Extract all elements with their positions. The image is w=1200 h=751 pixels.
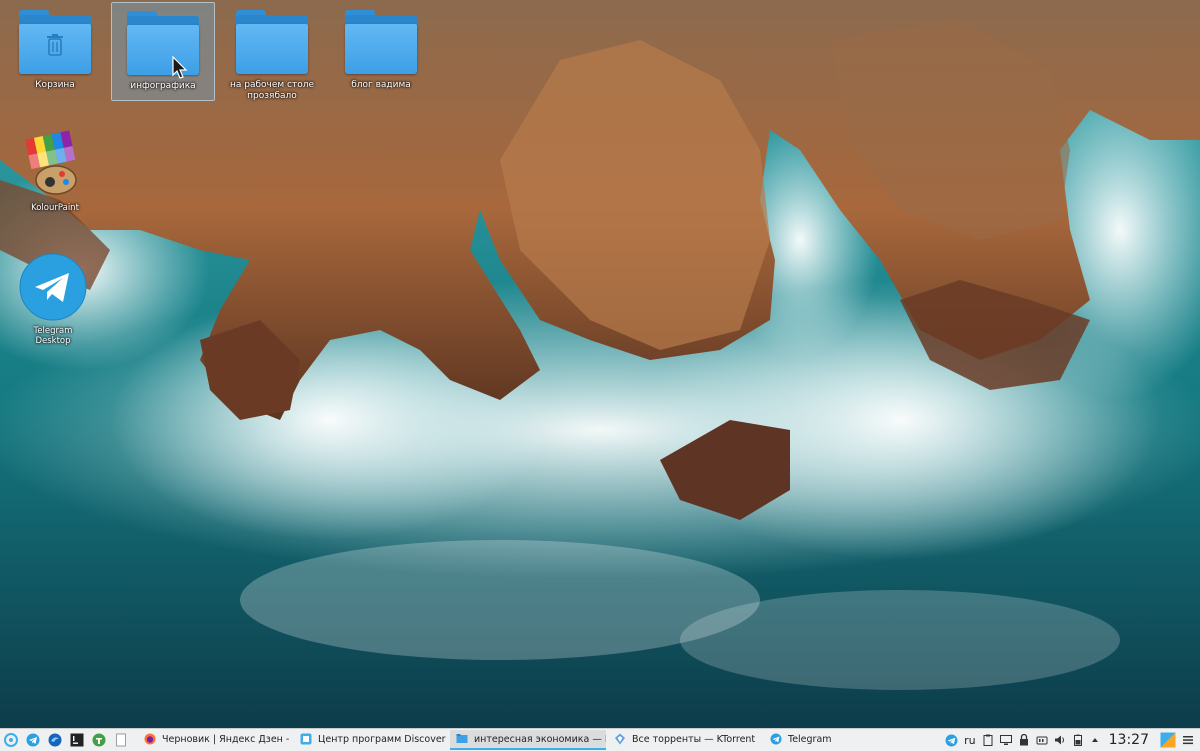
task-discover[interactable]: Центр программ Discover <box>294 730 448 750</box>
folder-icon <box>236 10 308 74</box>
folder-icon <box>127 11 199 79</box>
quicklaunch-app[interactable] <box>90 731 108 749</box>
telegram-tray-icon[interactable] <box>945 734 958 747</box>
quicklaunch-browser[interactable] <box>46 731 64 749</box>
telegram-icon <box>19 253 87 321</box>
kolourpaint-icon <box>25 130 77 195</box>
task-dolphin[interactable]: интересная экономика — Dolph... <box>450 730 606 750</box>
desktop-item-telegram[interactable]: Telegram Desktop <box>18 253 88 346</box>
desktop-item-label: Telegram Desktop <box>33 326 73 346</box>
telegram-icon <box>770 733 782 745</box>
task-label: Центр программ Discover <box>318 733 446 745</box>
desktop-item-label: KolourPaint <box>31 203 79 213</box>
mouse-cursor-icon <box>172 56 188 79</box>
task-firefox[interactable]: Черновик | Яндекс Дзен - Mozill... <box>138 730 292 750</box>
browser-icon <box>48 733 62 747</box>
desktop-item-kolourpaint[interactable]: KolourPaint <box>20 130 90 213</box>
keyboard-layout-indicator[interactable]: ru <box>964 734 976 747</box>
folder-icon <box>345 10 417 74</box>
clock[interactable]: 13:27 <box>1109 732 1149 748</box>
show-desktop-icon[interactable] <box>1160 732 1176 748</box>
quicklaunch-ide[interactable] <box>68 731 86 749</box>
task-label: интересная экономика — Dolph... <box>474 733 606 745</box>
task-label: Telegram <box>788 733 832 745</box>
task-label: Все торренты — KTorrent <box>632 733 756 745</box>
quicklaunch-telegram[interactable] <box>24 731 42 749</box>
panel-menu-icon[interactable] <box>1182 734 1194 746</box>
desktop-item-folder-desktop[interactable]: на рабочем столе прозябало <box>222 2 322 112</box>
quicklaunch-files[interactable] <box>112 731 130 749</box>
desktop-item-infographics[interactable]: инфографика <box>111 2 215 101</box>
desktop-item-label: Корзина <box>35 80 75 90</box>
telegram-icon <box>26 733 40 747</box>
taskbar: Черновик | Яндекс Дзен - Mozill... Центр… <box>0 728 1200 751</box>
desktop-item-trash[interactable]: Корзина <box>5 2 105 102</box>
clipboard-icon[interactable] <box>982 734 994 746</box>
dolphin-icon <box>456 733 468 745</box>
trash-icon <box>19 10 91 74</box>
display-icon[interactable] <box>999 734 1012 746</box>
app-icon <box>92 733 106 747</box>
desktop-item-label: блог вадима <box>351 80 411 90</box>
desktop-item-label: инфографика <box>130 81 196 91</box>
desktop-item-folder-blog[interactable]: блог вадима <box>331 2 431 102</box>
tray-expand-icon[interactable] <box>1090 735 1100 745</box>
volume-icon[interactable] <box>1054 734 1066 746</box>
task-ktorrent[interactable]: Все торренты — KTorrent <box>608 730 762 750</box>
desktop-item-label: на рабочем столе прозябало <box>229 80 315 101</box>
discover-icon <box>300 733 312 745</box>
document-icon <box>116 733 126 747</box>
task-telegram[interactable]: Telegram <box>764 730 918 750</box>
task-label: Черновик | Яндекс Дзен - Mozill... <box>162 733 292 745</box>
battery-icon[interactable] <box>1072 734 1084 746</box>
ktorrent-icon <box>614 733 626 745</box>
kde-launcher-icon <box>4 733 18 747</box>
system-tray: ru 13:27 <box>942 729 1200 751</box>
lock-icon[interactable] <box>1018 734 1030 746</box>
storage-icon[interactable] <box>1036 734 1048 746</box>
application-launcher-button[interactable] <box>2 731 20 749</box>
firefox-icon <box>144 733 156 745</box>
desktop-wallpaper <box>0 0 1200 728</box>
ide-icon <box>70 733 84 747</box>
